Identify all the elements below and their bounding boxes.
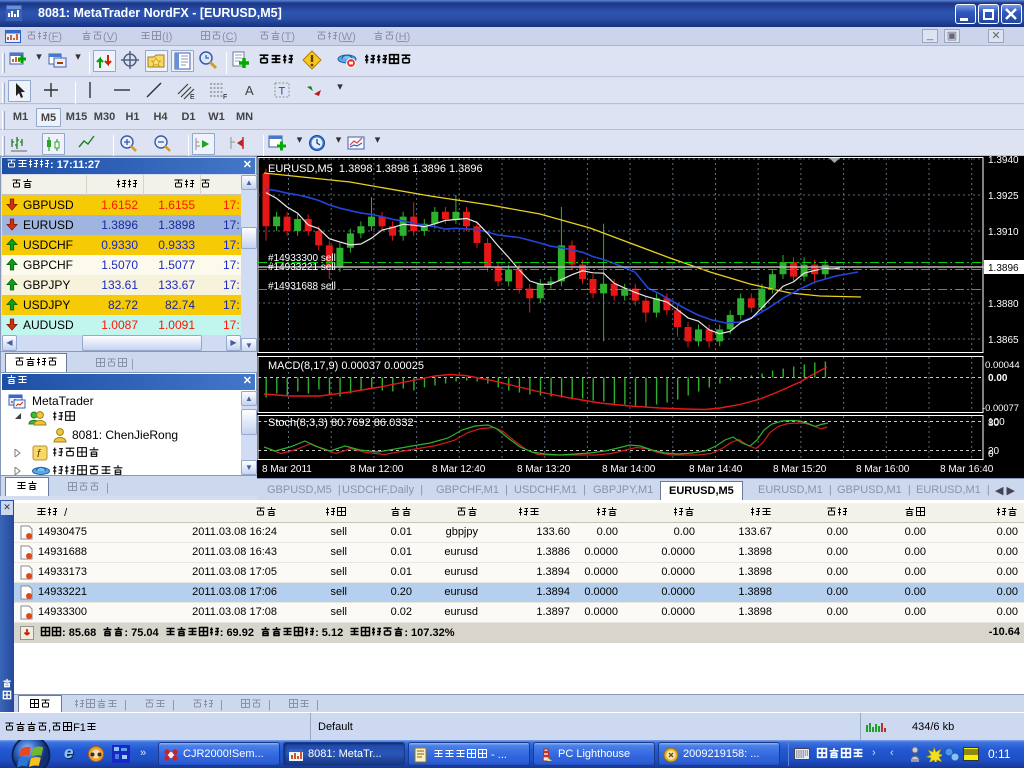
svg-text:1.3896: 1.3896 xyxy=(988,263,1019,274)
svg-text:1.3925: 1.3925 xyxy=(988,191,1019,202)
svg-text:80: 80 xyxy=(988,418,1000,429)
svg-text:EURUSD,M5 1.3898 1.3898 1.389: EURUSD,M5 1.3898 1.3898 1.3896 1.3896 xyxy=(268,163,483,175)
svg-text:8 Mar 12:00: 8 Mar 12:00 xyxy=(350,464,404,475)
svg-text:0: 0 xyxy=(988,449,994,460)
svg-text:Stoch(8,3,3) 80.7692 86.0332: Stoch(8,3,3) 80.7692 86.0332 xyxy=(268,417,414,429)
svg-text:8 Mar 16:40: 8 Mar 16:40 xyxy=(940,464,994,475)
svg-text:#14933221 sell: #14933221 sell xyxy=(268,262,336,273)
svg-text:A: A xyxy=(245,83,254,98)
svg-text:1.3880: 1.3880 xyxy=(988,299,1019,310)
svg-text:0.00: 0.00 xyxy=(988,373,1008,384)
svg-text:8 Mar 2011: 8 Mar 2011 xyxy=(262,464,312,475)
svg-text:-0.00077: -0.00077 xyxy=(982,402,1019,413)
svg-text:8 Mar 12:40: 8 Mar 12:40 xyxy=(432,464,486,475)
svg-text:8 Mar 15:20: 8 Mar 15:20 xyxy=(773,464,827,475)
svg-text:1.3940: 1.3940 xyxy=(988,156,1019,166)
svg-text:8 Mar 13:20: 8 Mar 13:20 xyxy=(517,464,571,475)
svg-text:1.3865: 1.3865 xyxy=(988,335,1019,346)
svg-text:E: E xyxy=(190,94,195,100)
svg-text:#14931688 sell: #14931688 sell xyxy=(268,281,336,292)
svg-text:8 Mar 14:00: 8 Mar 14:00 xyxy=(602,464,656,475)
svg-text:0.00044: 0.00044 xyxy=(985,360,1020,371)
svg-text:1.3910: 1.3910 xyxy=(988,227,1019,238)
svg-text:8 Mar 14:40: 8 Mar 14:40 xyxy=(689,464,743,475)
svg-text:F: F xyxy=(223,94,227,100)
svg-text:8 Mar 16:00: 8 Mar 16:00 xyxy=(856,464,910,475)
svg-text:MACD(8,17,9) 0.00037 0.00025: MACD(8,17,9) 0.00037 0.00025 xyxy=(268,360,424,372)
svg-text:T: T xyxy=(279,86,286,98)
